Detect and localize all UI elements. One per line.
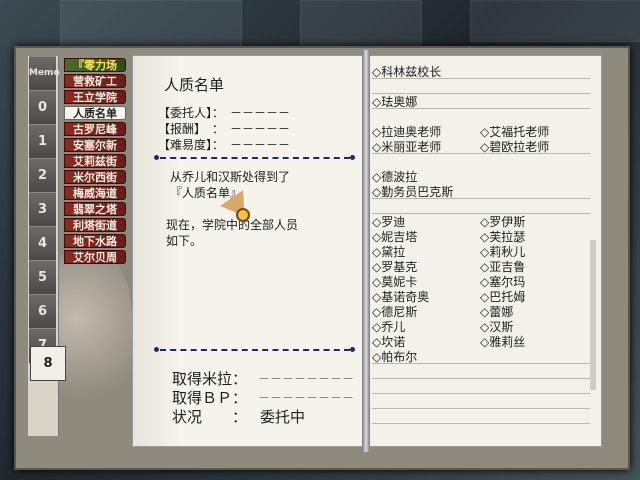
hostage-entry: ◇碧欧拉老师 [480,140,550,154]
bp-label: 取得ＢＰ： [172,389,248,407]
chapter-tab-4[interactable]: 4 [29,226,56,261]
divider-bottom [160,349,350,351]
quest-tab[interactable]: 翡翠之塔 [64,202,126,216]
ruin-wall [60,0,242,52]
description-line: 如下。 [166,234,203,248]
status-value: 委托中 [260,408,306,426]
difficulty-value: －－－－－ [230,138,291,152]
hostage-entry: ◇勤务员巴克斯 [372,185,454,199]
chapter-tab-1[interactable]: 1 [29,124,56,159]
quest-tab[interactable]: 利塔街道 [64,218,126,232]
quest-tab[interactable]: 『零力场 [64,58,126,72]
difficulty-label: 【难易度】： [158,138,225,152]
book-spine [362,50,370,452]
client-value: －－－－－ [230,106,291,120]
status-label: 状况 ： [172,408,248,426]
divider-end [350,347,355,352]
quest-tab[interactable]: 安塞尔新 [64,138,126,152]
hostage-entry: ◇珐奥娜 [372,95,418,109]
quest-tab[interactable]: 地下水路 [64,234,126,248]
quest-tab[interactable]: 米尔西街 [64,170,126,184]
ruled-line [372,423,590,424]
divider-end [154,155,159,160]
memo-tab[interactable]: Memo [29,56,60,91]
bp-value: －－－－－－－－ [258,391,355,405]
chapter-tab-6[interactable]: 6 [29,294,56,329]
quest-tab[interactable]: 艾尔贝周 [64,250,126,264]
chapter-tab-5[interactable]: 5 [29,260,56,295]
mira-label: 取得米拉： [172,370,248,388]
quest-tab[interactable]: 王立学院 [64,90,126,104]
page-scrollbar[interactable] [590,240,596,390]
quest-tab[interactable]: 古罗尼峰 [64,122,126,136]
ruin-roof [470,0,640,42]
quest-tab[interactable]: 梅威海道 [64,186,126,200]
chapter-tab-2[interactable]: 2 [29,158,56,193]
quest-tab[interactable]: 营救矿工 [64,74,126,88]
hostage-entry: ◇帕布尔 [372,350,418,364]
divider-end [154,347,159,352]
ruled-line [372,393,590,394]
hostage-entry: ◇科林兹校长 [372,65,442,79]
quest-tab[interactable]: 艾莉兹街 [64,154,126,168]
ruled-line [372,378,590,379]
ruled-line [372,408,590,409]
chapter-tab-8[interactable]: 8 [30,346,66,381]
reward-value: －－－－－ [230,122,291,136]
hostage-entry: ◇米丽亚老师 [372,140,442,154]
chapter-tab-0[interactable]: 0 [29,90,56,125]
ruin-arch [300,0,422,50]
divider-top [160,157,350,159]
client-label: 【委托人】： [158,106,225,120]
page-title: 人质名单 [164,76,225,94]
mira-value: －－－－－－－－ [258,372,355,386]
chapter-sidebar: Memo 0 1 2 3 4 5 6 7 8 [28,56,66,436]
description-line: 从乔儿和汉斯处得到了 [170,170,291,184]
divider-end [350,155,355,160]
reward-label: 【报酬】 ： [158,122,225,136]
cursor-gem-icon [236,208,250,222]
quest-tab-selected[interactable]: 人质名单 [64,106,126,120]
chapter-tab-3[interactable]: 3 [29,192,56,227]
hostage-entry: ◇雅莉丝 [480,335,526,349]
